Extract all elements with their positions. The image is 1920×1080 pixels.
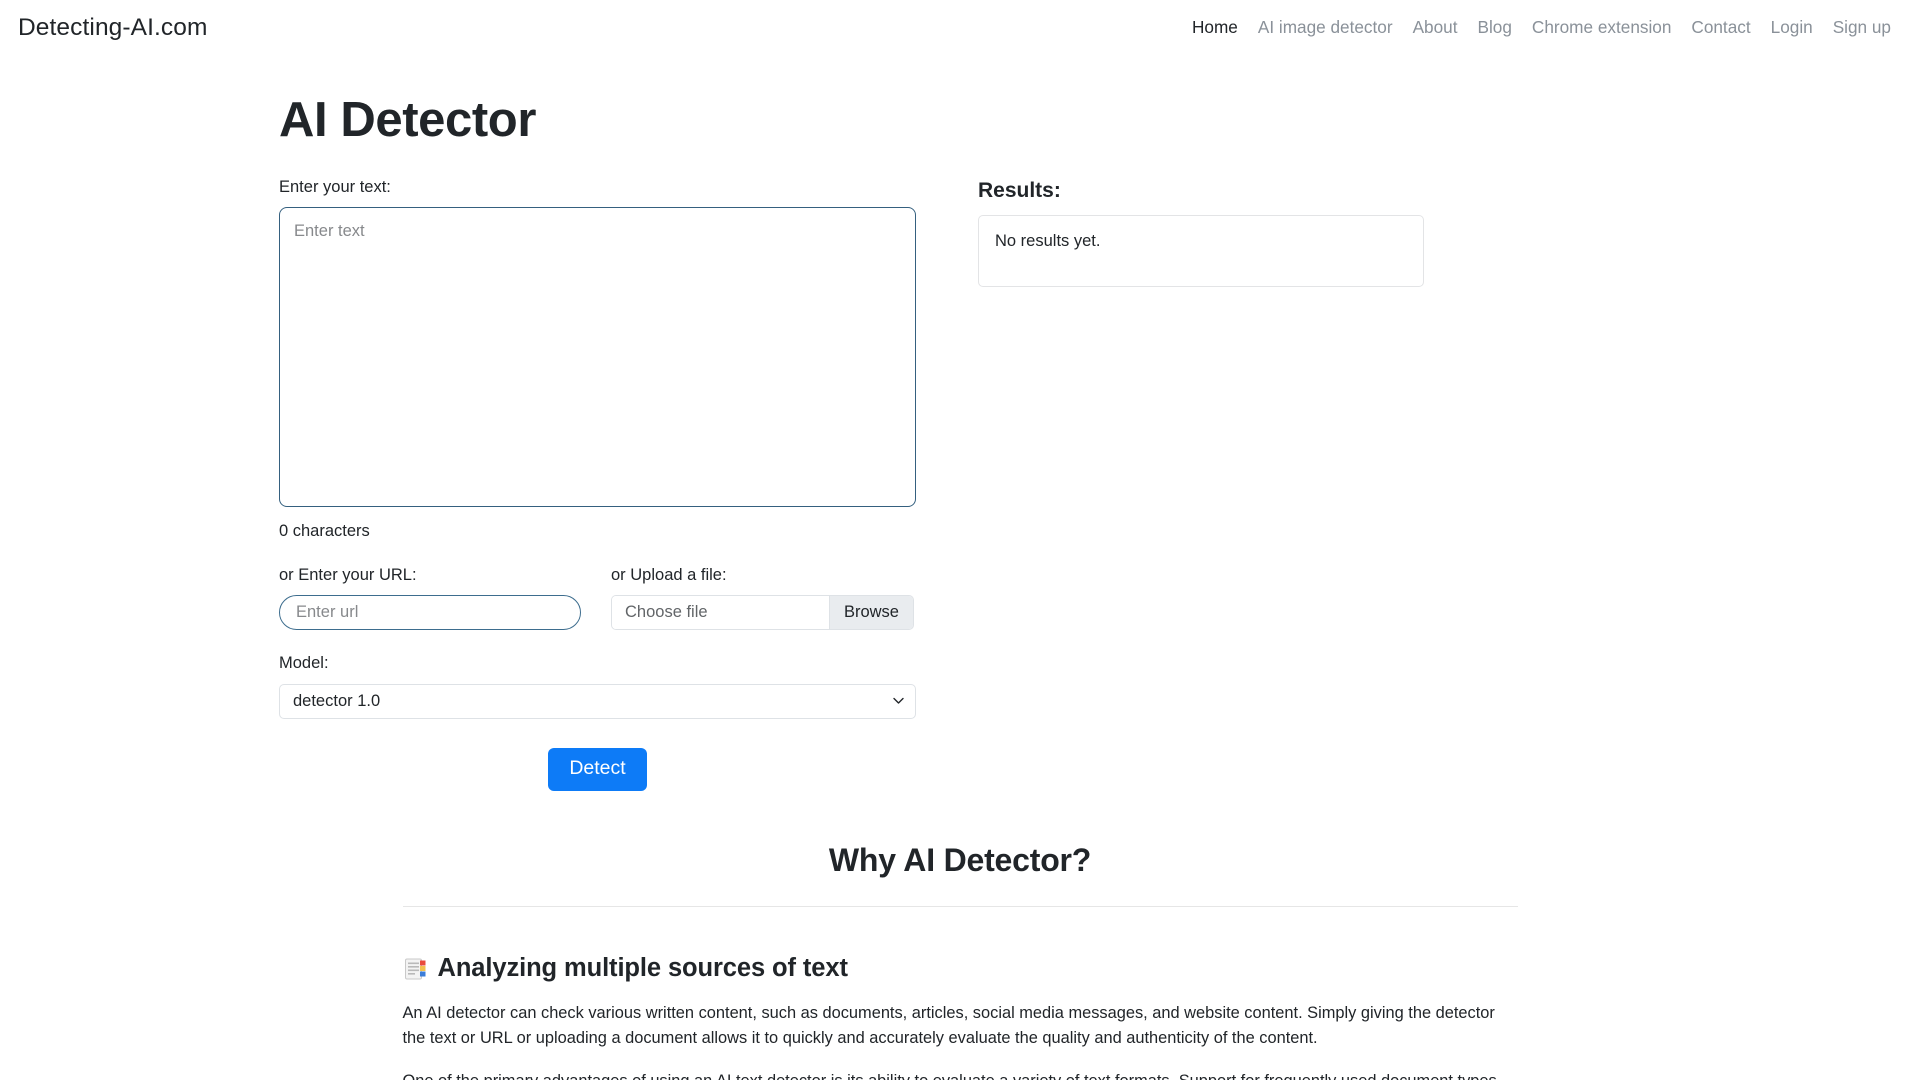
nav-item-about: About <box>1403 19 1468 36</box>
feature-block: Analyzing multiple sources of text An AI… <box>403 907 1518 1080</box>
text-input-label: Enter your text: <box>279 177 391 196</box>
why-section: Why AI Detector? Analyzing multiple sour… <box>402 791 1518 1080</box>
nav-item-contact: Contact <box>1681 19 1760 36</box>
nav-links: Home AI image detector About Blog Chrome… <box>1182 19 1901 36</box>
feature-heading-text: Analyzing multiple sources of text <box>437 953 848 982</box>
nav-link-contact[interactable]: Contact <box>1681 19 1760 36</box>
why-section-title: Why AI Detector? <box>828 841 1092 878</box>
feature-paragraph-1: An AI detector can check various written… <box>402 1004 1495 1048</box>
text-input[interactable] <box>279 207 916 508</box>
url-input-label: or Enter your URL: <box>279 565 417 584</box>
nav-link-ai-image-detector[interactable]: AI image detector <box>1248 19 1403 36</box>
model-select[interactable]: detector 1.0 <box>279 683 916 719</box>
results-title: Results: <box>978 178 1061 202</box>
url-and-file-row: or Enter your URL: or Upload a file: Cho… <box>279 565 945 631</box>
results-box: No results yet. <box>978 215 1424 288</box>
detector-form-column: Enter your text: 0 characters or Enter y… <box>279 177 945 791</box>
model-select-wrapper: detector 1.0 <box>279 683 916 719</box>
feature-heading: Analyzing multiple sources of text <box>403 952 1518 985</box>
nav-item-blog: Blog <box>1468 19 1522 36</box>
bookmark-tabs-icon <box>403 956 429 982</box>
results-column: Results: No results yet. <box>978 177 1438 288</box>
main-container: AI Detector Enter your text: 0 character… <box>255 56 1665 1080</box>
url-input-group: or Enter your URL: <box>279 565 611 631</box>
page-title: AI Detector <box>279 93 536 147</box>
nav-item-chrome-extension: Chrome extension <box>1522 19 1681 36</box>
nav-link-sign-up[interactable]: Sign up <box>1823 19 1901 36</box>
detector-row: Enter your text: 0 characters or Enter y… <box>279 177 1641 791</box>
detect-button[interactable]: Detect <box>548 747 647 791</box>
nav-link-home[interactable]: Home <box>1182 19 1248 36</box>
nav-item-login: Login <box>1761 19 1823 36</box>
model-select-label: Model: <box>279 654 329 673</box>
nav-link-chrome-extension[interactable]: Chrome extension <box>1522 19 1681 36</box>
nav-item-ai-image-detector: AI image detector <box>1248 19 1403 36</box>
model-select-group: Model: detector 1.0 <box>279 653 945 719</box>
feature-paragraph-2: One of the primary advantages of using a… <box>403 1069 1518 1080</box>
nav-item-sign-up: Sign up <box>1823 19 1901 36</box>
file-name-text: Choose file <box>612 596 829 630</box>
nav-link-blog[interactable]: Blog <box>1468 19 1522 36</box>
nav-link-login[interactable]: Login <box>1761 19 1823 36</box>
nav-link-about[interactable]: About <box>1403 19 1468 36</box>
results-empty-text: No results yet. <box>995 232 1101 251</box>
file-input[interactable]: Choose file Browse <box>611 595 914 631</box>
brand-logo[interactable]: Detecting-AI.com <box>18 15 208 41</box>
character-counter: 0 characters <box>279 522 370 541</box>
detect-button-wrapper: Detect <box>279 747 916 791</box>
nav-item-home: Home <box>1182 19 1248 36</box>
top-navbar: Detecting-AI.com Home AI image detector … <box>0 0 1920 56</box>
browse-button[interactable]: Browse <box>828 596 913 630</box>
file-upload-label: or Upload a file: <box>611 565 727 584</box>
url-input[interactable] <box>279 595 581 631</box>
file-upload-group: or Upload a file: Choose file Browse <box>611 565 916 631</box>
